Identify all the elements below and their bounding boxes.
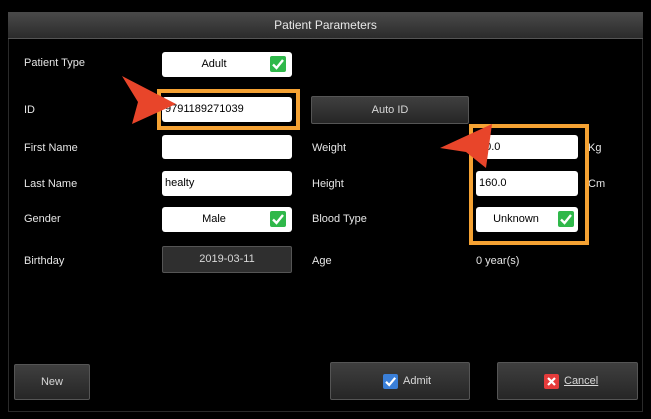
label-birthday: Birthday <box>24 255 65 267</box>
cancel-x-icon <box>544 374 559 389</box>
admit-label: Admit <box>403 375 432 387</box>
checkmark-icon <box>270 211 286 227</box>
auto-id-button[interactable]: Auto ID <box>311 96 469 124</box>
dialog-title-bar: Patient Parameters <box>8 12 643 39</box>
label-patient-type: Patient Type <box>24 57 85 69</box>
id-input[interactable]: 9791189271039 <box>162 97 292 122</box>
label-height: Height <box>312 178 344 190</box>
first-name-input[interactable] <box>162 135 292 159</box>
checkmark-icon <box>558 211 574 227</box>
age-value: 0 year(s) <box>476 255 520 267</box>
cancel-label: Cancel <box>564 375 599 387</box>
checkmark-icon <box>270 56 286 72</box>
label-id: ID <box>24 104 35 116</box>
gender-value: Male <box>202 213 226 225</box>
blood-type-value: Unknown <box>493 213 539 225</box>
screen: Patient Parameters Patient Type ID First… <box>0 0 651 419</box>
label-age: Age <box>312 255 332 267</box>
blood-type-select[interactable]: Unknown <box>476 207 578 232</box>
patient-type-select[interactable]: Adult <box>162 52 292 77</box>
last-name-input[interactable]: healty <box>162 171 292 196</box>
label-first-name: First Name <box>24 142 78 154</box>
birthday-picker[interactable]: 2019-03-11 <box>162 246 292 273</box>
gender-select[interactable]: Male <box>162 207 292 232</box>
height-unit: Cm <box>588 178 606 190</box>
new-button[interactable]: New <box>14 364 90 400</box>
dialog-title: Patient Parameters <box>274 18 377 32</box>
patient-type-value: Adult <box>201 58 227 70</box>
label-gender: Gender <box>24 213 61 225</box>
height-input[interactable]: 160.0 <box>476 171 578 196</box>
label-blood-type: Blood Type <box>312 213 367 225</box>
admit-check-icon <box>383 374 398 389</box>
admit-button[interactable]: Admit <box>330 362 470 400</box>
weight-input[interactable]: 60.0 <box>476 135 578 159</box>
label-last-name: Last Name <box>24 178 78 190</box>
label-weight: Weight <box>312 142 347 154</box>
weight-unit: Kg <box>588 142 602 154</box>
cancel-button[interactable]: Cancel <box>497 362 638 400</box>
